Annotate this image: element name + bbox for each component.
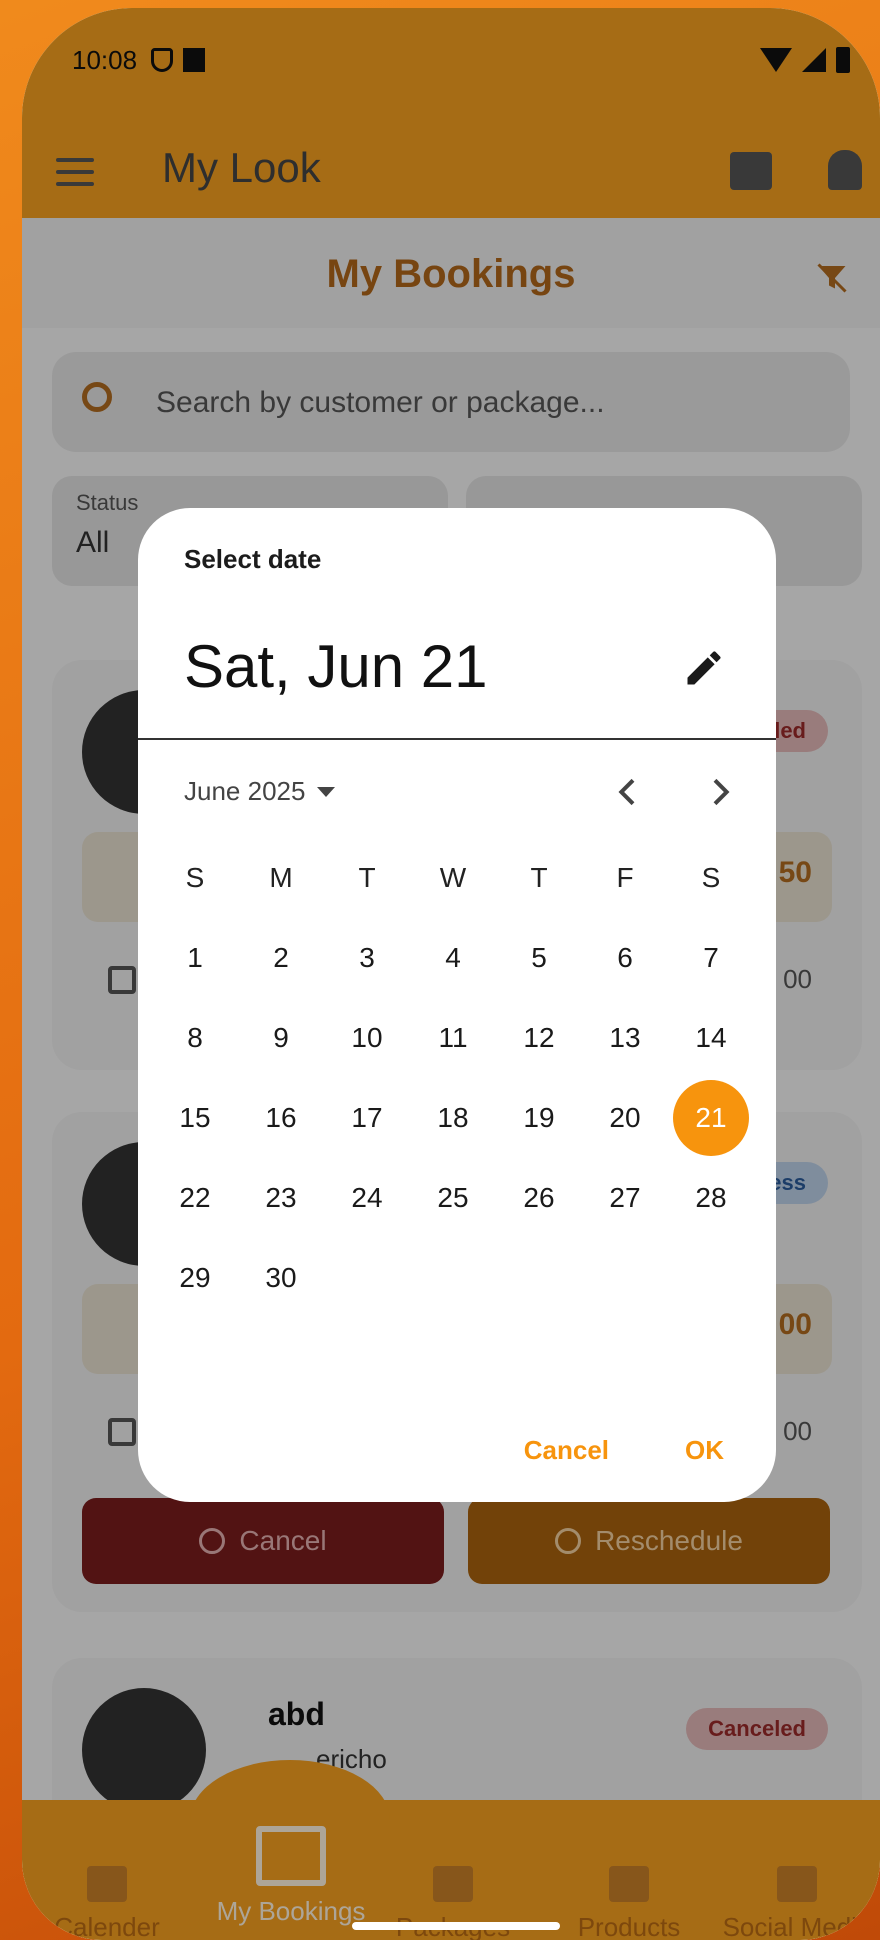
weekday-header: M (269, 862, 293, 893)
next-month-icon[interactable] (700, 772, 740, 812)
calendar-day[interactable]: 7 (668, 918, 754, 998)
calendar-day[interactable]: 11 (410, 998, 496, 1078)
calendar-day[interactable]: 27 (582, 1158, 668, 1238)
calendar-day[interactable]: 28 (668, 1158, 754, 1238)
dialog-heading: Select date (184, 544, 322, 574)
month-year-label: June 2025 (184, 776, 306, 806)
header-divider (138, 738, 776, 740)
weekday-header: F (616, 862, 634, 893)
month-year-selector[interactable]: June 2025 (184, 776, 336, 807)
selected-date-label: Sat, Jun 21 (184, 633, 488, 700)
calendar-day[interactable]: 6 (582, 918, 668, 998)
home-indicator[interactable] (352, 1922, 560, 1930)
calendar-day[interactable]: 1 (152, 918, 238, 998)
calendar-day[interactable]: 25 (410, 1158, 496, 1238)
dropdown-caret-icon (317, 786, 336, 797)
previous-month-icon[interactable] (608, 772, 648, 812)
calendar-day[interactable]: 5 (496, 918, 582, 998)
calendar-day[interactable]: 29 (152, 1238, 238, 1318)
calendar-day[interactable]: 23 (238, 1158, 324, 1238)
calendar-day[interactable]: 19 (496, 1078, 582, 1158)
calendar-day[interactable]: 10 (324, 998, 410, 1078)
calendar-day[interactable]: 12 (496, 998, 582, 1078)
weekday-header: T (530, 862, 548, 893)
calendar-day[interactable]: 4 (410, 918, 496, 998)
calendar-day[interactable]: 9 (238, 998, 324, 1078)
calendar-day[interactable]: 15 (152, 1078, 238, 1158)
ok-button[interactable]: OK (671, 1425, 738, 1476)
calendar-day[interactable]: 24 (324, 1158, 410, 1238)
calendar-day[interactable]: 16 (238, 1078, 324, 1158)
dialog-actions: Cancel OK (510, 1425, 738, 1476)
weekday-header: S (701, 862, 721, 893)
calendar-day[interactable]: 26 (496, 1158, 582, 1238)
calendar-day-selected[interactable]: 21 (668, 1078, 754, 1158)
weekday-header: S (185, 862, 205, 893)
edit-icon[interactable] (682, 646, 726, 690)
calendar-day[interactable]: 8 (152, 998, 238, 1078)
date-picker-dialog: Select date Sat, Jun 21 June 2025 S M T W T F… (138, 508, 776, 1502)
calendar-day[interactable]: 22 (152, 1158, 238, 1238)
calendar-day[interactable]: 20 (582, 1078, 668, 1158)
calendar-day[interactable]: 13 (582, 998, 668, 1078)
weekday-header: W (439, 862, 467, 893)
calendar-day[interactable]: 30 (238, 1238, 324, 1318)
weekday-header: T (358, 862, 376, 893)
calendar-day[interactable]: 18 (410, 1078, 496, 1158)
calendar-day[interactable]: 14 (668, 998, 754, 1078)
calendar-day[interactable]: 17 (324, 1078, 410, 1158)
calendar-day[interactable]: 2 (238, 918, 324, 998)
cancel-button[interactable]: Cancel (510, 1425, 623, 1476)
calendar-day[interactable]: 3 (324, 918, 410, 998)
